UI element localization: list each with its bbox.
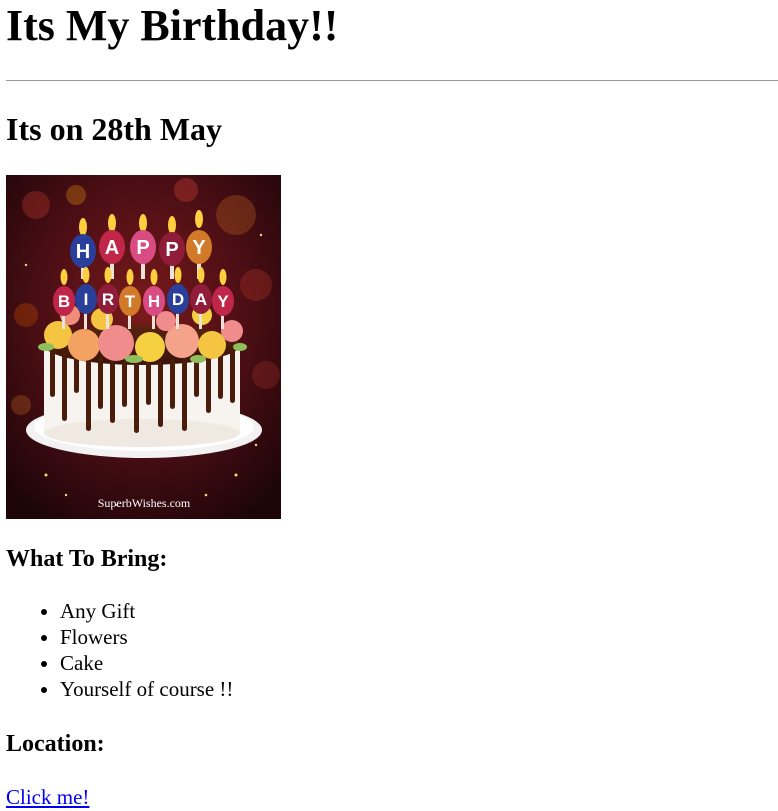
candle-letter: H <box>76 241 90 263</box>
page: Its My Birthday!! Its on 28th May H A P … <box>0 0 778 810</box>
location-link[interactable]: Click me! <box>6 784 89 810</box>
list-item: Any Gift <box>60 598 778 624</box>
candle-letter: P <box>136 237 149 259</box>
location-heading: Location: <box>6 731 105 757</box>
list-item: Yourself of course !! <box>60 676 778 702</box>
date-heading: Its on 28th May <box>6 111 223 147</box>
page-title: Its My Birthday!! <box>6 1 339 50</box>
candle-letter: A <box>195 290 207 309</box>
candle-letter: A <box>105 237 119 259</box>
bring-heading: What To Bring: <box>6 546 168 572</box>
birthday-cake-image: H A P P Y B I R T H D A Y SuperbWishes.c… <box>6 175 281 519</box>
divider <box>6 80 778 81</box>
candle-letter: B <box>58 292 70 311</box>
candle-letter: P <box>165 239 178 261</box>
candle-letter: R <box>102 290 114 309</box>
candle-letter: H <box>148 292 160 311</box>
list-item: Cake <box>60 650 778 676</box>
candle-letter: Y <box>217 292 229 311</box>
candle-letter: Y <box>192 237 206 259</box>
candle-letter: I <box>84 290 89 309</box>
candle-letter: D <box>172 290 184 309</box>
image-watermark: SuperbWishes.com <box>98 496 191 510</box>
list-item: Flowers <box>60 624 778 650</box>
cake-illustration: H A P P Y B I R T H D A Y SuperbWishes.c… <box>6 175 281 519</box>
bring-list: Any Gift Flowers Cake Yourself of course… <box>6 598 778 702</box>
candle-letter: T <box>125 292 136 311</box>
